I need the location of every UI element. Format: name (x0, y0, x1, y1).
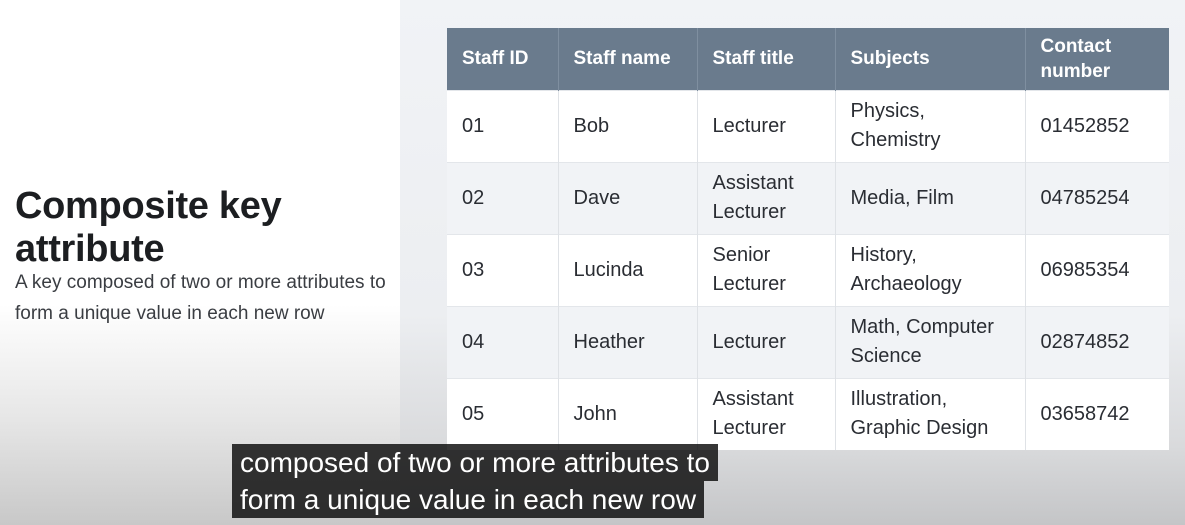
video-subtitle: composed of two or more attributes to fo… (232, 444, 718, 518)
slide-text: Composite key attribute A key composed o… (15, 185, 390, 329)
cell-staff-name: John (558, 377, 698, 450)
slide-title: Composite key attribute (15, 185, 282, 270)
cell-staff-title: Lecturer (697, 305, 836, 378)
cell-contact-number: 04785254 (1025, 161, 1169, 234)
cell-staff-id: 03 (447, 233, 559, 306)
subtitle-line-2: form a unique value in each new row (232, 481, 705, 518)
cell-staff-name: Lucinda (558, 233, 698, 306)
cell-staff-id: 04 (447, 305, 559, 378)
table-row: 04 Heather Lecturer Math, Computer Scien… (447, 305, 1169, 378)
cell-contact-number: 01452852 (1025, 89, 1169, 162)
header-staff-name: Staff name (558, 28, 698, 90)
cell-staff-id: 02 (447, 161, 559, 234)
cell-staff-title: Lecturer (697, 89, 836, 162)
cell-contact-number: 02874852 (1025, 305, 1169, 378)
table-row: 02 Dave Assistant Lecturer Media, Film 0… (447, 161, 1169, 234)
cell-staff-title: Assistant Lecturer (697, 377, 836, 450)
cell-subjects: Media, Film (835, 161, 1026, 234)
header-staff-id: Staff ID (447, 28, 559, 90)
table-row: 05 John Assistant Lecturer Illustration,… (447, 377, 1169, 450)
cell-contact-number: 03658742 (1025, 377, 1169, 450)
cell-subjects: Physics, Chemistry (835, 89, 1026, 162)
cell-staff-title: Senior Lecturer (697, 233, 836, 306)
subtitle-line-1: composed of two or more attributes to (232, 444, 718, 481)
header-subjects: Subjects (835, 28, 1026, 90)
cell-staff-name: Bob (558, 89, 698, 162)
cell-subjects: History, Archaeology (835, 233, 1026, 306)
cell-staff-title: Assistant Lecturer (697, 161, 836, 234)
cell-contact-number: 06985354 (1025, 233, 1169, 306)
header-staff-title: Staff title (697, 28, 836, 90)
header-contact-number: Contact number (1025, 28, 1169, 90)
cell-staff-name: Heather (558, 305, 698, 378)
slide-description: A key composed of two or more attributes… (15, 272, 386, 324)
table-header-row: Staff ID Staff name Staff title Subjects… (447, 28, 1169, 90)
cell-subjects: Illustration, Graphic Design (835, 377, 1026, 450)
cell-staff-id: 01 (447, 89, 559, 162)
staff-table: Staff ID Staff name Staff title Subjects… (447, 28, 1169, 450)
table-row: 01 Bob Lecturer Physics, Chemistry 01452… (447, 89, 1169, 162)
cell-staff-id: 05 (447, 377, 559, 450)
cell-subjects: Math, Computer Science (835, 305, 1026, 378)
cell-staff-name: Dave (558, 161, 698, 234)
table-row: 03 Lucinda Senior Lecturer History, Arch… (447, 233, 1169, 306)
